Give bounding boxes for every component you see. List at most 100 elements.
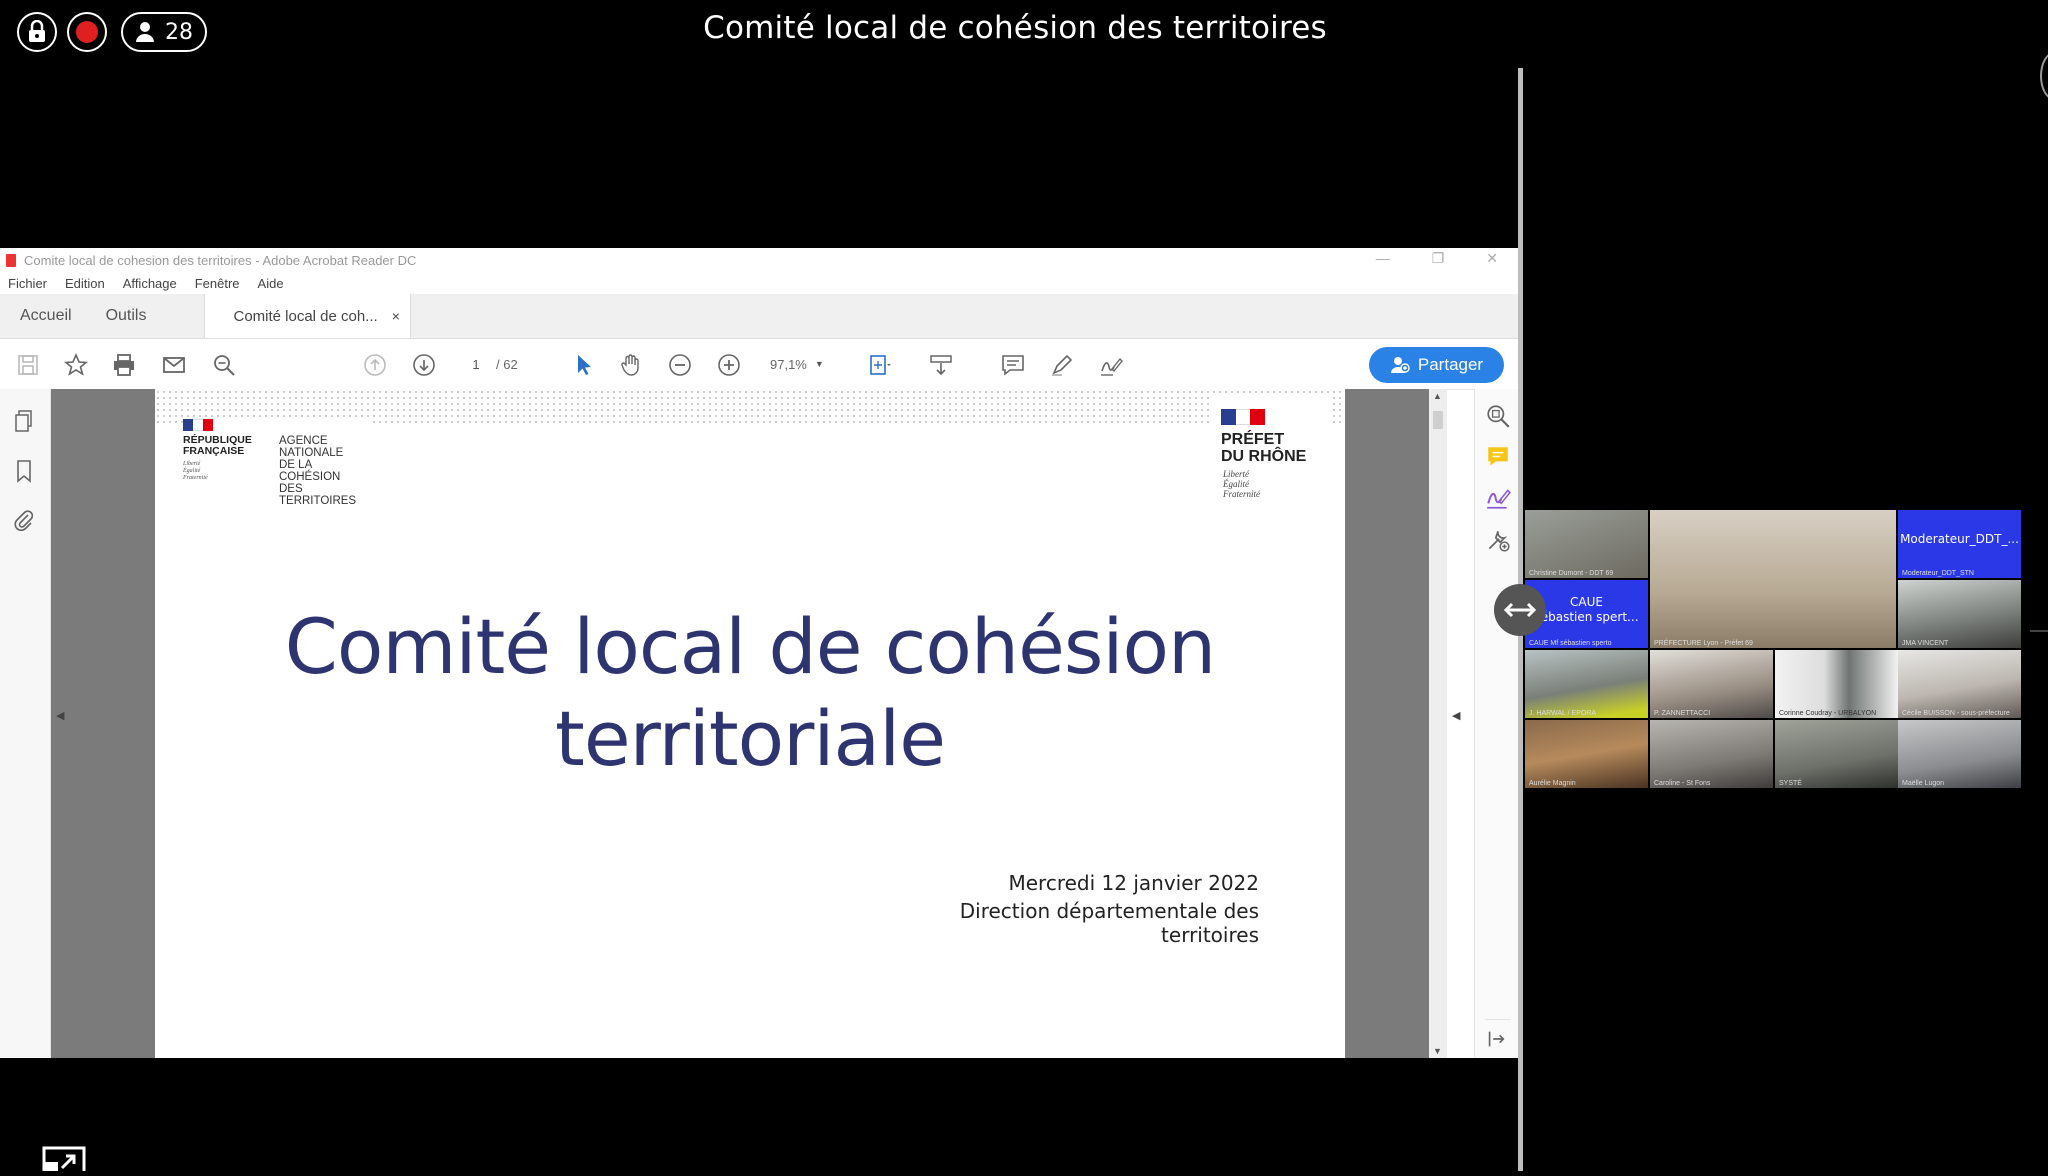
participant-name: J. HARWAL / EPORA: [1529, 710, 1597, 717]
slide-direction: Direction départementale des territoires: [959, 899, 1259, 947]
window-title: Comite local de cohesion des territoires…: [24, 252, 417, 268]
side-panel-toggle-icon[interactable]: [2040, 52, 2048, 100]
collapse-tools-icon[interactable]: [1485, 1019, 1511, 1050]
participant-tile[interactable]: J. HARWAL / EPORA: [1525, 650, 1648, 718]
zoom-in-icon[interactable]: [715, 351, 743, 379]
participant-name: P. ZANNETTACCI: [1654, 710, 1711, 717]
prefet-line-2: DU RHÔNE: [1221, 448, 1307, 465]
tab-accueil[interactable]: Accueil: [0, 294, 92, 338]
rf-motto-2: Égalité: [183, 468, 201, 474]
zoom-value: 97,1%: [770, 356, 807, 372]
prefet-motto: Liberté Égalité Fraternité: [1223, 469, 1260, 499]
page-up-icon[interactable]: [361, 351, 389, 379]
tab-document-label: Comité local de coh...: [233, 307, 378, 325]
tab-document[interactable]: Comité local de coh... ×: [204, 294, 411, 338]
menu-bar: Fichier Edition Affichage Fenêtre Aide: [0, 272, 1520, 294]
page-down-icon[interactable]: [410, 351, 438, 379]
fill-sign-icon[interactable]: [1485, 485, 1511, 511]
pdf-page: RÉPUBLIQUE FRANÇAISE Liberté Égalité Fra…: [155, 389, 1345, 1058]
window-titlebar: Comite local de cohesion des territoires…: [0, 248, 1520, 272]
prefet-motto-3: Fraternité: [1223, 489, 1260, 499]
comment-icon[interactable]: [999, 351, 1027, 379]
share-button[interactable]: Partager: [1369, 347, 1504, 383]
tab-outils[interactable]: Outils: [92, 294, 167, 338]
participant-name: Maëlle Lugon: [1902, 780, 1945, 787]
slide-title: Comité local de cohésion territoriale: [155, 601, 1345, 785]
participant-tile[interactable]: PRÉFECTURE Lyon - Préfet 69: [1650, 510, 1896, 648]
attachment-icon[interactable]: [12, 509, 36, 533]
participant-name: JMA VINCENT: [1902, 640, 1949, 647]
mail-icon[interactable]: [160, 351, 188, 379]
chevron-down-icon: ▼: [814, 359, 824, 369]
highlight-pen-icon[interactable]: [1048, 351, 1076, 379]
enhance-scan-icon[interactable]: [1485, 403, 1511, 429]
participant-name: Cécile BUISSON - sous-préfecture: [1902, 710, 2010, 717]
star-icon[interactable]: [62, 351, 90, 379]
prefet-line-1: PRÉFET: [1221, 431, 1285, 448]
participant-tile[interactable]: Christine Dumont - DDT 69: [1525, 510, 1648, 578]
menu-aide[interactable]: Aide: [258, 276, 284, 291]
menu-fenetre[interactable]: Fenêtre: [195, 276, 240, 291]
toolbar: 1 / 62 97,1% ▼ Partager: [0, 339, 1520, 390]
participants-grid: Christine Dumont - DDT 69 PRÉFECTURE Lyo…: [1525, 510, 2025, 790]
menu-fichier[interactable]: Fichier: [8, 276, 47, 291]
slide-title-line-1: Comité local de cohésion: [284, 602, 1216, 691]
participant-tile[interactable]: Caroline - St Fons: [1650, 720, 1773, 788]
zoom-select[interactable]: 97,1% ▼: [770, 351, 840, 377]
edge-indicator: [2030, 630, 2048, 632]
save-icon[interactable]: [14, 351, 42, 379]
scroll-mode-icon[interactable]: [927, 351, 955, 379]
scroll-thumb[interactable]: [1433, 411, 1443, 429]
search-zoom-icon[interactable]: [210, 351, 238, 379]
participant-tile[interactable]: JMA VINCENT: [1898, 580, 2021, 648]
participant-name: Christine Dumont - DDT 69: [1529, 570, 1614, 577]
participant-name: Moderateur_DDT_STN: [1902, 570, 1974, 577]
participant-name: CAUE Mf sébastien sperto: [1529, 640, 1612, 647]
participant-tile[interactable]: Maëlle Lugon: [1898, 720, 2021, 788]
rf-motto-1: Liberté: [183, 461, 201, 467]
collapse-left-panel-icon[interactable]: ◀: [56, 709, 64, 722]
close-window-icon[interactable]: ✕: [1486, 250, 1498, 267]
page-thumbnails-icon[interactable]: [12, 409, 36, 433]
participant-name: SYSTÉ: [1779, 780, 1802, 787]
vertical-scrollbar[interactable]: ▲ ▼: [1429, 389, 1447, 1058]
rf-motto: Liberté Égalité Fraternité: [183, 461, 208, 482]
participant-name: Aurélie Magnin: [1529, 780, 1576, 787]
close-tab-icon[interactable]: ×: [392, 308, 400, 324]
participant-tile-moderator[interactable]: Moderateur_DDT_... Moderateur_DDT_STN: [1898, 510, 2021, 578]
participant-tile[interactable]: Cécile BUISSON - sous-préfecture: [1898, 650, 2021, 718]
participant-name: PRÉFECTURE Lyon - Préfet 69: [1654, 640, 1753, 647]
participant-tile[interactable]: SYSTÉ: [1775, 720, 1898, 788]
hand-tool-icon[interactable]: [617, 351, 645, 379]
participant-tile[interactable]: Corinne Coudray - URBALYON: [1775, 650, 1898, 718]
left-navigation-panel: [0, 389, 51, 1058]
resize-handle-icon[interactable]: [1494, 584, 1546, 636]
prefet-rhone-logo: PRÉFET DU RHÔNE Liberté Égalité Fraterni…: [1213, 395, 1333, 515]
exit-fullscreen-icon[interactable]: [42, 1146, 86, 1176]
share-label: Partager: [1417, 355, 1484, 374]
bookmark-icon[interactable]: [12, 459, 36, 483]
menu-affichage[interactable]: Affichage: [123, 276, 177, 291]
select-cursor-icon[interactable]: [570, 351, 598, 379]
scroll-up-icon[interactable]: ▲: [1433, 391, 1442, 401]
restore-icon[interactable]: ❐: [1432, 250, 1445, 267]
scroll-down-icon[interactable]: ▼: [1433, 1046, 1442, 1056]
collapse-right-panel-icon[interactable]: ◀: [1452, 709, 1460, 722]
sign-icon[interactable]: [1097, 351, 1125, 379]
shared-screen-acrobat: Comite local de cohesion des territoires…: [0, 248, 1520, 1058]
page-total: / 62: [496, 356, 518, 372]
add-user-icon: [1390, 357, 1410, 373]
participant-tile[interactable]: P. ZANNETTACCI: [1650, 650, 1773, 718]
more-tools-icon[interactable]: [1485, 527, 1511, 553]
comment-panel-icon[interactable]: [1485, 444, 1511, 470]
rf-name: RÉPUBLIQUE FRANÇAISE: [183, 435, 252, 457]
page-number-input[interactable]: 1: [458, 351, 494, 377]
print-icon[interactable]: [110, 351, 138, 379]
zoom-out-icon[interactable]: [666, 351, 694, 379]
minimize-icon[interactable]: —: [1376, 250, 1390, 267]
fit-page-icon[interactable]: [866, 351, 894, 379]
menu-edition[interactable]: Edition: [65, 276, 105, 291]
participant-tile[interactable]: Aurélie Magnin: [1525, 720, 1648, 788]
french-flag-icon: [183, 419, 213, 431]
prefet-motto-1: Liberté: [1223, 469, 1249, 479]
